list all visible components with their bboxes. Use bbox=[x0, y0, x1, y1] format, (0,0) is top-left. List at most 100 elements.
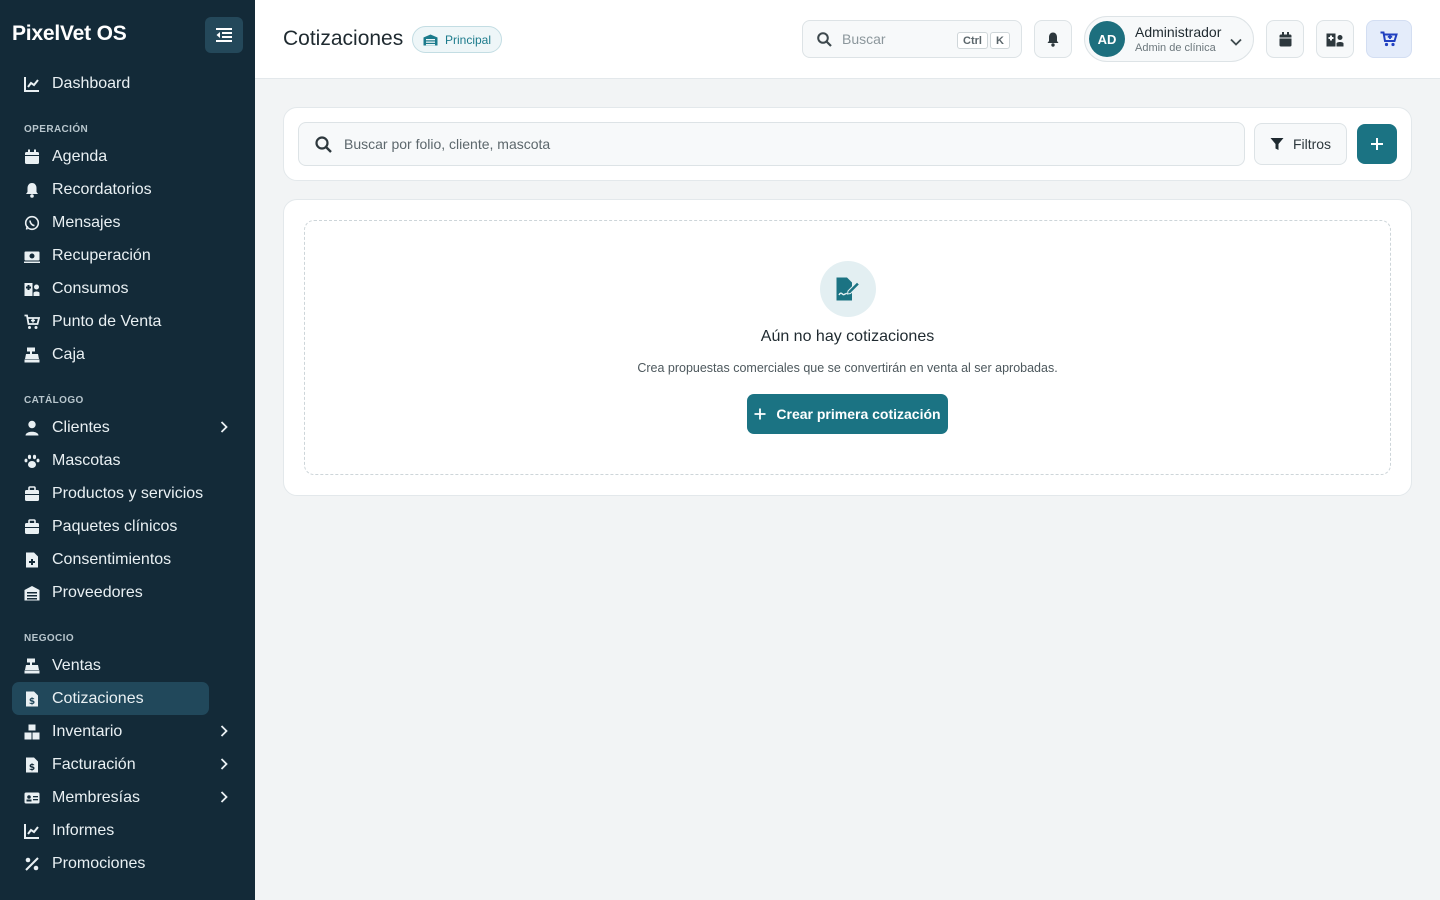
user-name: Administrador bbox=[1135, 24, 1222, 40]
hospital-user-icon bbox=[24, 281, 40, 297]
search-icon bbox=[315, 135, 332, 153]
sidebar-item-mascotas[interactable]: Mascotas bbox=[12, 444, 209, 477]
sidebar-item-label: Consentimientos bbox=[52, 550, 172, 568]
money-bill-icon bbox=[24, 248, 40, 264]
brand-logo: PixelVet OS bbox=[12, 22, 127, 45]
cash-register-icon bbox=[24, 347, 40, 363]
plus-icon bbox=[754, 408, 766, 420]
sidebar-item-consentimientos[interactable]: Consentimientos bbox=[12, 543, 209, 576]
sidebar-item-punto-de-venta[interactable]: Punto de Venta bbox=[12, 305, 209, 338]
empty-state-title: Aún no hay cotizaciones bbox=[760, 328, 935, 345]
empty-state: Aún no hay cotizaciones Crea propuestas … bbox=[304, 220, 1391, 475]
bell-icon bbox=[24, 182, 40, 198]
section-label-negocio: NEGOCIO bbox=[24, 633, 75, 644]
filters-button[interactable]: Filtros bbox=[1254, 123, 1347, 165]
sidebar: PixelVet OS Dashboard OPERACIÓN Agenda R… bbox=[0, 0, 255, 900]
quotes-search-input[interactable]: Buscar por folio, cliente, mascota bbox=[298, 122, 1245, 166]
sidebar-item-cotizaciones[interactable]: $ Cotizaciones bbox=[12, 682, 209, 715]
warehouse-icon bbox=[24, 585, 40, 601]
shortcut-key-k: K bbox=[990, 32, 1010, 49]
branch-badge[interactable]: Principal bbox=[412, 26, 503, 53]
sidebar-item-label: Informes bbox=[52, 821, 115, 839]
file-invoice-icon: $ bbox=[24, 757, 40, 773]
sidebar-collapse-icon bbox=[216, 28, 232, 42]
sidebar-item-label: Promociones bbox=[52, 854, 146, 872]
sidebar-item-label: Productos y servicios bbox=[52, 484, 204, 502]
sidebar-item-label: Ventas bbox=[52, 656, 101, 674]
paw-icon bbox=[24, 453, 40, 469]
sidebar-item-label: Dashboard bbox=[52, 74, 131, 92]
calendar-icon bbox=[24, 149, 40, 165]
sidebar-item-promociones[interactable]: Promociones bbox=[12, 847, 209, 880]
user-menu-button[interactable]: AD Administrador Admin de clínica bbox=[1084, 16, 1254, 62]
section-label-catalogo: CATÁLOGO bbox=[24, 395, 84, 406]
clinic-icon bbox=[423, 34, 438, 45]
sidebar-item-productos-y-servicios[interactable]: Productos y servicios bbox=[12, 477, 209, 510]
sidebar-item-proveedores[interactable]: Proveedores bbox=[12, 576, 209, 609]
chevron-right-icon bbox=[220, 420, 228, 438]
cart-plus-icon bbox=[24, 314, 40, 330]
quotes-search-placeholder: Buscar por folio, cliente, mascota bbox=[344, 136, 551, 152]
svg-text:$: $ bbox=[29, 697, 35, 707]
plus-icon bbox=[1371, 138, 1383, 150]
search-placeholder: Buscar bbox=[842, 31, 886, 47]
sidebar-item-facturacion[interactable]: $ Facturación bbox=[12, 748, 228, 781]
shortcut-key-ctrl: Ctrl bbox=[957, 32, 988, 49]
notifications-button[interactable] bbox=[1034, 20, 1072, 58]
id-card-icon bbox=[24, 790, 40, 806]
sidebar-item-paquetes-clinicos[interactable]: Paquetes clínicos bbox=[12, 510, 209, 543]
sidebar-item-label: Caja bbox=[52, 345, 85, 363]
empty-state-description: Crea propuestas comerciales que se conve… bbox=[637, 361, 1058, 375]
filter-icon bbox=[1270, 138, 1284, 150]
svg-text:$: $ bbox=[29, 763, 35, 773]
sidebar-item-label: Proveedores bbox=[52, 583, 143, 601]
sidebar-item-inventario[interactable]: Inventario bbox=[12, 715, 228, 748]
sidebar-item-ventas[interactable]: Ventas bbox=[12, 649, 209, 682]
add-quote-button[interactable] bbox=[1357, 124, 1397, 164]
percent-icon bbox=[24, 856, 40, 872]
sidebar-item-label: Paquetes clínicos bbox=[52, 517, 178, 535]
chart-line-icon bbox=[24, 76, 40, 92]
chevron-right-icon bbox=[220, 724, 228, 742]
sidebar-item-dashboard[interactable]: Dashboard bbox=[12, 67, 209, 100]
sidebar-item-caja[interactable]: Caja bbox=[12, 338, 209, 371]
sidebar-item-label: Consumos bbox=[52, 279, 129, 297]
top-header: Cotizaciones Principal Buscar Ctrl K AD … bbox=[255, 0, 1440, 79]
boxes-icon bbox=[24, 724, 40, 740]
chevron-right-icon bbox=[220, 790, 228, 808]
hospital-user-button[interactable] bbox=[1316, 20, 1354, 58]
sidebar-item-label: Recordatorios bbox=[52, 180, 152, 198]
branch-badge-label: Principal bbox=[445, 32, 492, 47]
sidebar-item-clientes[interactable]: Clientes bbox=[12, 411, 228, 444]
sidebar-item-informes[interactable]: Informes bbox=[12, 814, 209, 847]
user-icon bbox=[24, 420, 40, 436]
chevron-down-icon bbox=[1230, 33, 1242, 51]
filters-label: Filtros bbox=[1292, 136, 1332, 152]
pos-cart-button[interactable] bbox=[1366, 20, 1412, 58]
sidebar-item-label: Membresías bbox=[52, 788, 141, 806]
sidebar-item-mensajes[interactable]: Mensajes bbox=[12, 206, 209, 239]
sidebar-item-recuperacion[interactable]: Recuperación bbox=[12, 239, 209, 272]
briefcase-medical-icon bbox=[24, 518, 40, 535]
bell-icon bbox=[1047, 32, 1059, 47]
sidebar-item-consumos[interactable]: Consumos bbox=[12, 272, 209, 305]
file-invoice-dollar-icon: $ bbox=[24, 691, 40, 707]
sidebar-item-label: Mensajes bbox=[52, 213, 121, 231]
sidebar-item-recordatorios[interactable]: Recordatorios bbox=[12, 173, 209, 206]
sidebar-item-label: Clientes bbox=[52, 418, 110, 436]
sidebar-item-agenda[interactable]: Agenda bbox=[12, 140, 209, 173]
create-first-quote-button[interactable]: Crear primera cotización bbox=[747, 394, 948, 434]
section-label-operacion: OPERACIÓN bbox=[24, 124, 89, 135]
collapse-sidebar-button[interactable] bbox=[205, 17, 243, 53]
create-first-quote-label: Crear primera cotización bbox=[776, 406, 941, 422]
whatsapp-icon bbox=[24, 215, 40, 231]
sidebar-item-label: Agenda bbox=[52, 147, 108, 165]
calendar-icon bbox=[1279, 31, 1291, 46]
file-medical-icon bbox=[24, 552, 40, 568]
sidebar-item-label: Punto de Venta bbox=[52, 312, 162, 330]
cash-register-icon bbox=[24, 658, 40, 674]
global-search-input[interactable]: Buscar Ctrl K bbox=[802, 20, 1022, 58]
calendar-button[interactable] bbox=[1266, 20, 1304, 58]
sidebar-item-membresias[interactable]: Membresías bbox=[12, 781, 228, 814]
user-role: Admin de clínica bbox=[1135, 42, 1216, 54]
